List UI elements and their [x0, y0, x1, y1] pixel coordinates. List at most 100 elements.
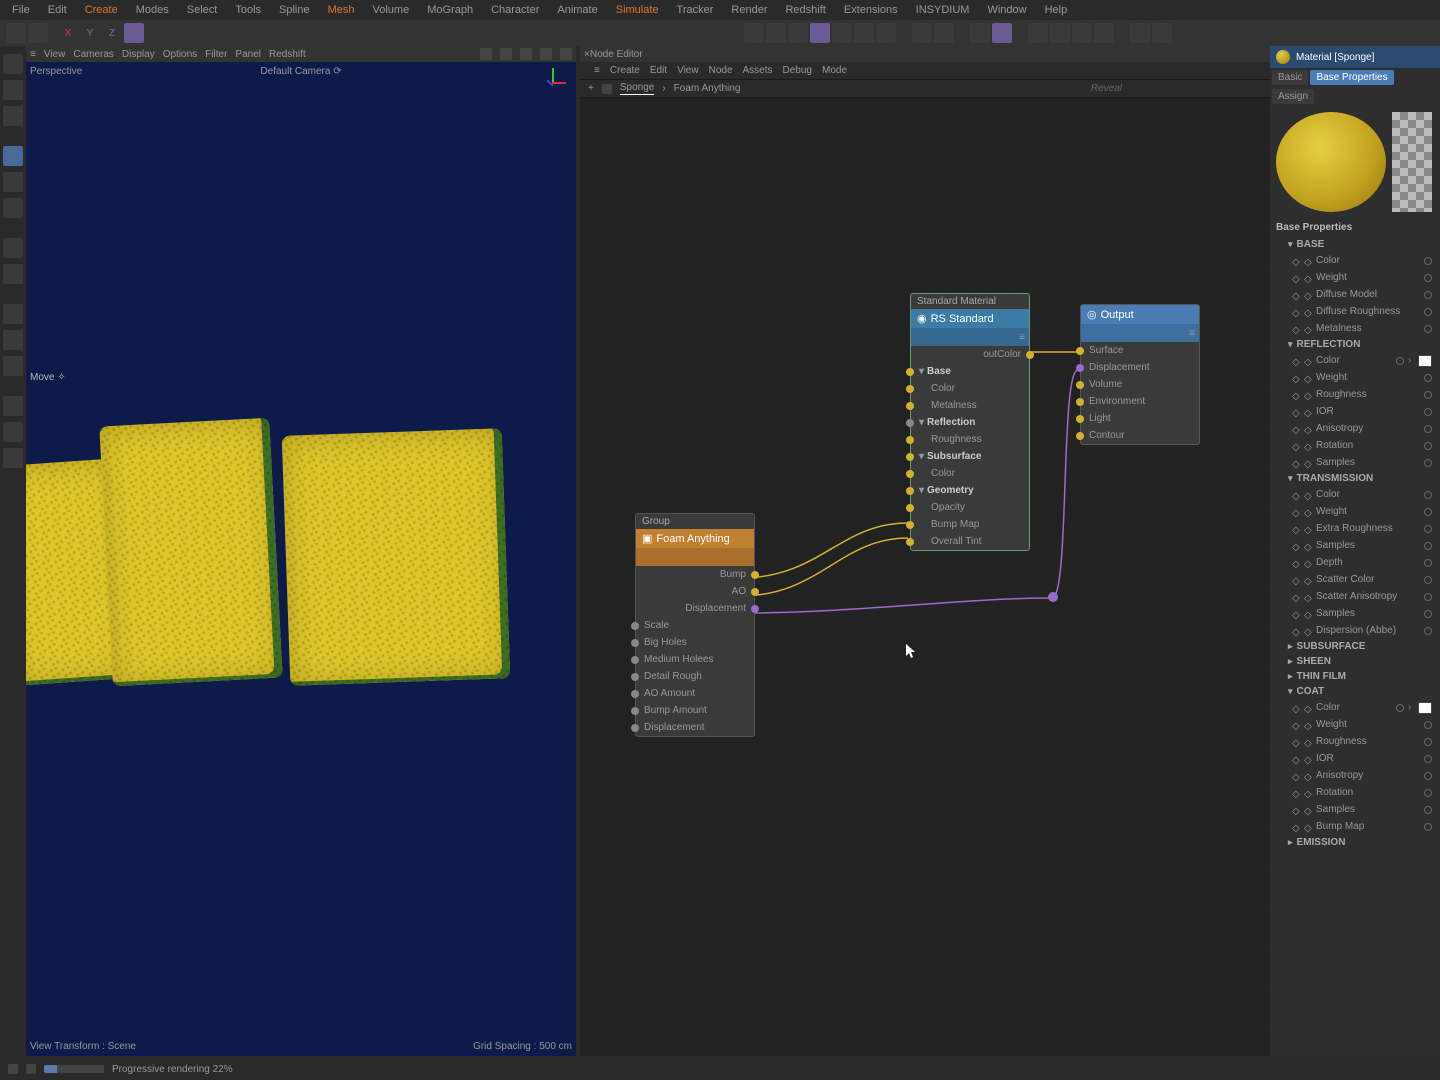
viewport-menu-display[interactable]: Display	[122, 49, 155, 60]
attr-coat-anisotropy[interactable]: ◇◇Anisotropy	[1270, 767, 1440, 784]
toolbar-btn-3[interactable]	[788, 23, 808, 43]
node-output-header[interactable]: ◎ Output	[1081, 305, 1199, 324]
attr-reflection-samples[interactable]: ◇◇Samples	[1270, 454, 1440, 471]
viewport-menu-≡[interactable]: ≡	[30, 49, 36, 60]
toolbar-btn-14[interactable]	[1072, 23, 1092, 43]
toolbar-btn-2[interactable]	[766, 23, 786, 43]
toolbar-btn-1[interactable]	[744, 23, 764, 43]
attr-transmission-color[interactable]: ◇◇Color	[1270, 486, 1440, 503]
attr-coat-rotation[interactable]: ◇◇Rotation	[1270, 784, 1440, 801]
crumb-add-icon[interactable]: +	[588, 83, 594, 94]
attr-coat-samples[interactable]: ◇◇Samples	[1270, 801, 1440, 818]
menu-simulate[interactable]: Simulate	[608, 2, 667, 18]
wire-junction[interactable]	[1048, 592, 1058, 602]
material-preview-sphere[interactable]	[1276, 112, 1386, 212]
ne-menu-node[interactable]: Node	[709, 65, 733, 76]
menu-create[interactable]: Create	[77, 2, 126, 18]
menu-character[interactable]: Character	[483, 2, 547, 18]
attr-transmission-scatter-color[interactable]: ◇◇Scatter Color	[1270, 571, 1440, 588]
menu-mograph[interactable]: MoGraph	[419, 2, 481, 18]
attr-group-emission[interactable]: ▸EMISSION	[1270, 835, 1440, 850]
foam-output-bump[interactable]: Bump	[636, 566, 754, 583]
menu-file[interactable]: File	[4, 2, 38, 18]
axis-x-button[interactable]: X	[58, 23, 78, 43]
attr-reflection-anisotropy[interactable]: ◇◇Anisotropy	[1270, 420, 1440, 437]
strip-tool-a-icon[interactable]	[3, 238, 23, 258]
toolbar-btn-17[interactable]	[1152, 23, 1172, 43]
attr-base-color[interactable]: ◇◇Color	[1270, 252, 1440, 269]
viewport-icon-4[interactable]	[560, 48, 572, 60]
attr-group-subsurface[interactable]: ▸SUBSURFACE	[1270, 639, 1440, 654]
std-base-metalness[interactable]: Metalness	[911, 397, 1029, 414]
ne-menu-mode[interactable]: Mode	[822, 65, 847, 76]
attr-tab-assign[interactable]: Assign	[1272, 89, 1314, 104]
toolbar-btn-13[interactable]	[1050, 23, 1070, 43]
foam-output-displacement[interactable]: Displacement	[636, 600, 754, 617]
attr-group-coat[interactable]: ▾COAT	[1270, 684, 1440, 699]
axis-y-button[interactable]: Y	[80, 23, 100, 43]
attr-reflection-roughness[interactable]: ◇◇Roughness	[1270, 386, 1440, 403]
foam-input-ao-amount[interactable]: AO Amount	[636, 685, 754, 702]
ne-menu-assets[interactable]: Assets	[743, 65, 773, 76]
viewport-menu-filter[interactable]: Filter	[205, 49, 227, 60]
viewport-menu-view[interactable]: View	[44, 49, 66, 60]
node-output-toolbar[interactable]: ≡	[1081, 324, 1199, 342]
std-reflection-roughness[interactable]: Roughness	[911, 431, 1029, 448]
std-geometry-overall-tint[interactable]: Overall Tint	[911, 533, 1029, 550]
attr-group-thin-film[interactable]: ▸THIN FILM	[1270, 669, 1440, 684]
strip-search-icon[interactable]	[3, 54, 23, 74]
strip-cursor-icon[interactable]	[3, 80, 23, 100]
attr-coat-bump-map[interactable]: ◇◇Bump Map	[1270, 818, 1440, 835]
strip-tool-f-icon[interactable]	[3, 422, 23, 442]
foam-input-scale[interactable]: Scale	[636, 617, 754, 634]
node-foam-anything[interactable]: Group ▣ Foam Anything BumpAODisplacement…	[635, 513, 755, 737]
toolbar-btn-8[interactable]	[912, 23, 932, 43]
crumb-root[interactable]: Sponge	[620, 82, 654, 95]
menu-spline[interactable]: Spline	[271, 2, 318, 18]
toolbar-redo-icon[interactable]	[28, 23, 48, 43]
output-contour[interactable]: Contour	[1081, 427, 1199, 444]
axis-coord-system-button[interactable]	[124, 23, 144, 43]
attr-coat-ior[interactable]: ◇◇IOR	[1270, 750, 1440, 767]
viewport-axis-gizmo[interactable]	[540, 68, 570, 98]
menu-mesh[interactable]: Mesh	[320, 2, 363, 18]
node-foam-toolbar[interactable]	[636, 548, 754, 566]
std-group-reflection[interactable]: ▾Reflection	[911, 414, 1029, 431]
toolbar-btn-4[interactable]	[810, 23, 830, 43]
toolbar-btn-7[interactable]	[876, 23, 896, 43]
crumb-current[interactable]: Foam Anything	[674, 83, 741, 94]
node-output[interactable]: ◎ Output ≡ SurfaceDisplacementVolumeEnvi…	[1080, 304, 1200, 445]
output-surface[interactable]: Surface	[1081, 342, 1199, 359]
toolbar-btn-9[interactable]	[934, 23, 954, 43]
toolbar-btn-12[interactable]	[1028, 23, 1048, 43]
node-editor-tab[interactable]: × Node Editor	[580, 46, 1270, 62]
perspective-viewport[interactable]: Perspective Default Camera ⟳ Move ✧ View…	[26, 62, 576, 1056]
attr-group-reflection[interactable]: ▾REFLECTION	[1270, 337, 1440, 352]
menu-animate[interactable]: Animate	[549, 2, 605, 18]
attr-coat-roughness[interactable]: ◇◇Roughness	[1270, 733, 1440, 750]
menu-edit[interactable]: Edit	[40, 2, 75, 18]
status-icon-2[interactable]	[26, 1064, 36, 1074]
attr-group-base[interactable]: ▾BASE	[1270, 237, 1440, 252]
std-group-subsurface[interactable]: ▾Subsurface	[911, 448, 1029, 465]
strip-tool-b-icon[interactable]	[3, 264, 23, 284]
std-group-base[interactable]: ▾Base	[911, 363, 1029, 380]
toolbar-undo-icon[interactable]	[6, 23, 26, 43]
node-rs-standard[interactable]: Standard Material ◉ RS Standard ≡ outCol…	[910, 293, 1030, 551]
foam-input-bump-amount[interactable]: Bump Amount	[636, 702, 754, 719]
attr-transmission-samples[interactable]: ◇◇Samples	[1270, 605, 1440, 622]
attr-group-transmission[interactable]: ▾TRANSMISSION	[1270, 471, 1440, 486]
std-base-color[interactable]: Color	[911, 380, 1029, 397]
attr-transmission-samples[interactable]: ◇◇Samples	[1270, 537, 1440, 554]
strip-settings-icon[interactable]	[3, 106, 23, 126]
menu-redshift[interactable]: Redshift	[777, 2, 833, 18]
menu-volume[interactable]: Volume	[365, 2, 418, 18]
viewport-icon-2[interactable]	[520, 48, 532, 60]
toolbar-btn-5[interactable]	[832, 23, 852, 43]
foam-input-big-holes[interactable]: Big Holes	[636, 634, 754, 651]
foam-input-displacement[interactable]: Displacement	[636, 719, 754, 736]
std-geometry-bump-map[interactable]: Bump Map	[911, 516, 1029, 533]
crumb-reveal[interactable]: Reveal	[1091, 83, 1262, 94]
strip-tool-c-icon[interactable]	[3, 304, 23, 324]
menu-modes[interactable]: Modes	[128, 2, 177, 18]
